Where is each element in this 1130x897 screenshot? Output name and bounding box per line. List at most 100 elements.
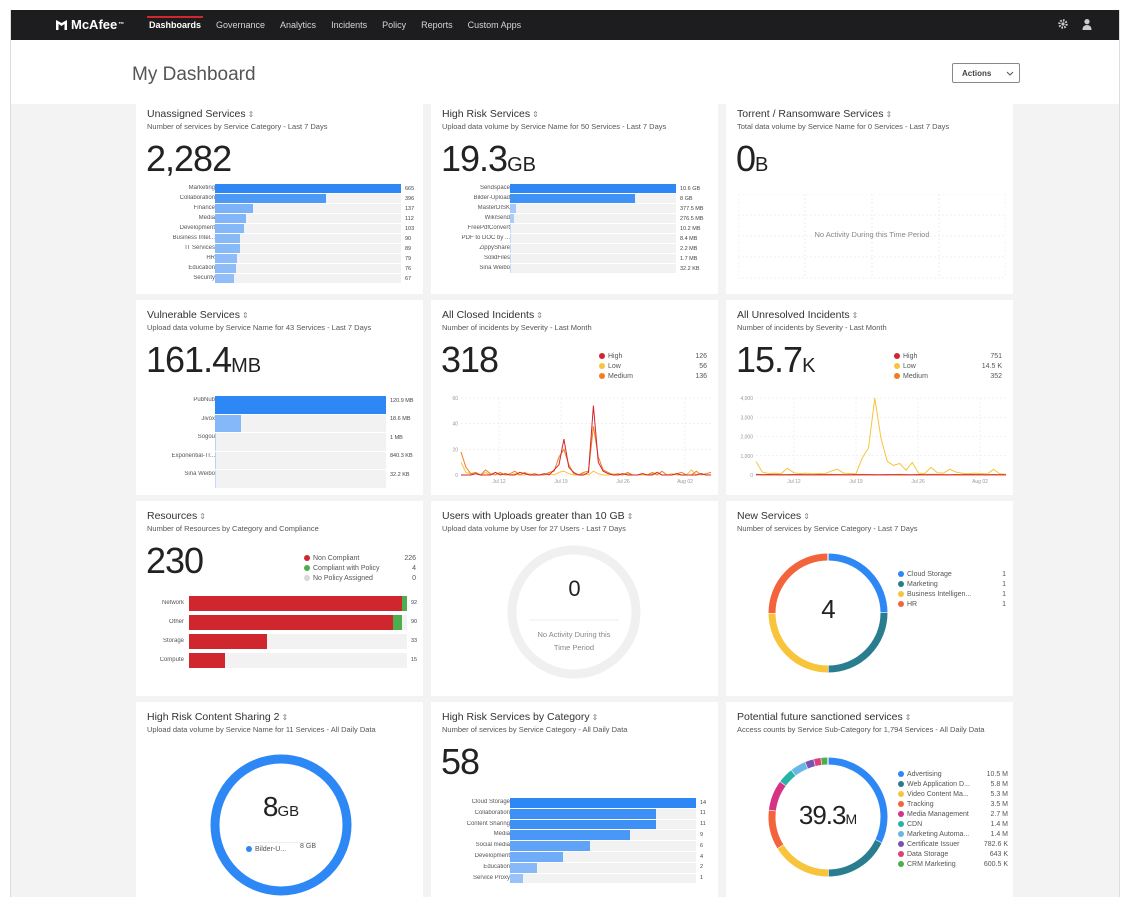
sort-icon[interactable]: ⇕ <box>852 311 859 320</box>
card-high-risk-services[interactable]: High Risk Services ⇕ Upload data volume b… <box>431 99 718 294</box>
card-big-number: 8GB <box>262 791 300 822</box>
bar <box>215 264 237 273</box>
card-vulnerable-services[interactable]: Vulnerable Services ⇕ Upload data volume … <box>136 300 423 495</box>
legend-label: Advertising <box>907 771 942 778</box>
legend-label: HR <box>907 601 918 608</box>
mcafee-logo[interactable]: McAfee ™ <box>55 17 124 32</box>
legend-label: CDN <box>907 821 923 828</box>
y-tick-label: 60 <box>452 396 458 402</box>
card-new-services[interactable]: New Services ⇕ Number of services by Serv… <box>726 501 1013 696</box>
card-subtitle: Upload data volume by Service Name for 5… <box>442 122 667 131</box>
bar-label: Collaboration <box>474 809 510 816</box>
bar-label: Compute <box>159 657 184 663</box>
card-all-unresolved-incidents[interactable]: All Unresolved Incidents ⇕ Number of inci… <box>726 300 1013 495</box>
legend-label: Marketing <box>907 581 938 588</box>
bar-label: Sendspace <box>479 185 510 191</box>
legend-label: Data Storage <box>907 851 949 858</box>
bar-row: Security 67 <box>146 274 421 283</box>
legend-dot <box>894 363 900 370</box>
nav-item-dashboards[interactable]: Dashboards <box>146 10 204 40</box>
donut-slice <box>777 844 829 877</box>
no-activity-message: No Activity During this Time Period <box>814 230 930 239</box>
sort-icon[interactable]: ⇕ <box>532 110 539 119</box>
series-high-line <box>461 405 711 476</box>
sort-icon[interactable]: ⇕ <box>242 311 249 320</box>
card-unassigned-services[interactable]: Unassigned Services ⇕ Number of services … <box>136 99 423 294</box>
card-high-risk-by-category[interactable]: High Risk Services by Category ⇕ Number o… <box>431 702 718 897</box>
bar-row: Marketing 665 <box>146 184 421 193</box>
x-tick-label: Jul 19 <box>849 479 863 485</box>
bar-label: Sina Weibo <box>184 471 215 477</box>
user-icon[interactable] <box>1081 18 1093 30</box>
legend-label: High <box>903 353 918 360</box>
nav-item-custom-apps[interactable]: Custom Apps <box>468 10 522 40</box>
bar-value: 11 <box>700 810 706 817</box>
x-tick-label: Jul 12 <box>787 479 801 485</box>
legend-item: Certificate Issuer 782.6 K <box>898 838 1008 848</box>
bar-row: MasterDISK 377.5 MB <box>441 204 716 213</box>
bar-label: Finance <box>193 205 215 211</box>
card-all-closed-incidents[interactable]: All Closed Incidents ⇕ Number of incident… <box>431 300 718 495</box>
top-navigation: McAfee ™ Dashboards Governance Analytics … <box>11 10 1119 40</box>
y-tick-label: 2,000 <box>740 435 753 441</box>
bar-label: Development <box>179 225 215 231</box>
card-content-sharing[interactable]: High Risk Content Sharing 2 ⇕ Upload data… <box>136 702 423 897</box>
sort-icon[interactable]: ⇕ <box>803 512 810 521</box>
bar <box>215 396 386 414</box>
sort-icon[interactable]: ⇕ <box>282 713 289 722</box>
bar <box>215 194 326 203</box>
bar-row: Development 4 <box>441 852 716 862</box>
bar-label: Bilder-Upload <box>473 195 510 201</box>
potential-services-legend: Advertising 10.5 M Web Application D... 5.8… <box>898 768 1008 868</box>
bar-label: Collaboration <box>179 195 215 201</box>
legend-dot <box>599 353 605 360</box>
card-subtitle: Number of incidents by Severity - Last M… <box>737 323 887 332</box>
card-resources[interactable]: Resources ⇕ Number of Resources by Catego… <box>136 501 423 696</box>
bar-value: 33 <box>411 638 418 644</box>
bar-label: Cloud Storage <box>471 799 510 805</box>
bar-track <box>510 873 696 884</box>
card-subtitle: Number of services by Service Category -… <box>737 524 918 533</box>
bar-track <box>189 634 407 649</box>
bar <box>215 234 241 243</box>
page-header: My Dashboard Actions <box>11 40 1119 104</box>
sort-icon[interactable]: ⇕ <box>248 110 255 119</box>
bar-value: 8 GB <box>680 195 693 202</box>
nav-item-incidents[interactable]: Incidents <box>331 10 367 40</box>
x-tick-label: Jul 12 <box>492 479 506 485</box>
sort-icon[interactable]: ⇕ <box>199 512 206 521</box>
new-services-legend: Cloud Storage 1 Marketing 1 Business Intelli… <box>898 568 1006 608</box>
bar-label: IT Services <box>185 245 215 251</box>
nav-item-policy[interactable]: Policy <box>382 10 406 40</box>
actions-dropdown[interactable]: Actions <box>952 63 1020 83</box>
gear-icon[interactable] <box>1057 18 1069 30</box>
sort-icon[interactable]: ⇕ <box>592 713 599 722</box>
sort-icon[interactable]: ⇕ <box>536 311 543 320</box>
bar-row: Other 90 <box>138 615 421 630</box>
bar <box>215 254 238 263</box>
card-title: High Risk Services ⇕ <box>442 108 539 120</box>
legend-item: High 751 <box>894 353 1002 363</box>
bar-value: 8.4 MB <box>680 235 698 242</box>
nav-item-reports[interactable]: Reports <box>421 10 453 40</box>
sort-icon[interactable]: ⇕ <box>627 512 634 521</box>
bar-value: 137 <box>405 205 415 212</box>
bar <box>510 819 657 830</box>
card-torrent-ransomware[interactable]: Torrent / Ransomware Services ⇕ Total dat… <box>726 99 1013 294</box>
sort-icon[interactable]: ⇕ <box>905 713 912 722</box>
bar-label: Service Proxy <box>472 874 510 881</box>
y-tick-label: 1,000 <box>740 454 753 460</box>
nav-item-governance[interactable]: Governance <box>216 10 265 40</box>
sort-icon[interactable]: ⇕ <box>885 110 892 119</box>
bar-non-compliant <box>189 634 268 649</box>
legend-item: Web Application D... 5.8 M <box>898 778 1008 788</box>
bar-label: PDF to DOC by ... <box>461 235 510 241</box>
bar-row: Jivox 18.6 MB <box>146 414 421 432</box>
donut-slice <box>210 754 352 896</box>
content-sharing-legend: Bilder-U... 8 GB <box>246 842 316 856</box>
card-users-uploads[interactable]: Users with Uploads greater than 10 GB ⇕ U… <box>431 501 718 696</box>
card-potential-sanctioned[interactable]: Potential future sanctioned services ⇕ Ac… <box>726 702 1013 897</box>
bar-track <box>510 264 676 273</box>
legend-dot <box>304 565 310 572</box>
nav-item-analytics[interactable]: Analytics <box>280 10 316 40</box>
